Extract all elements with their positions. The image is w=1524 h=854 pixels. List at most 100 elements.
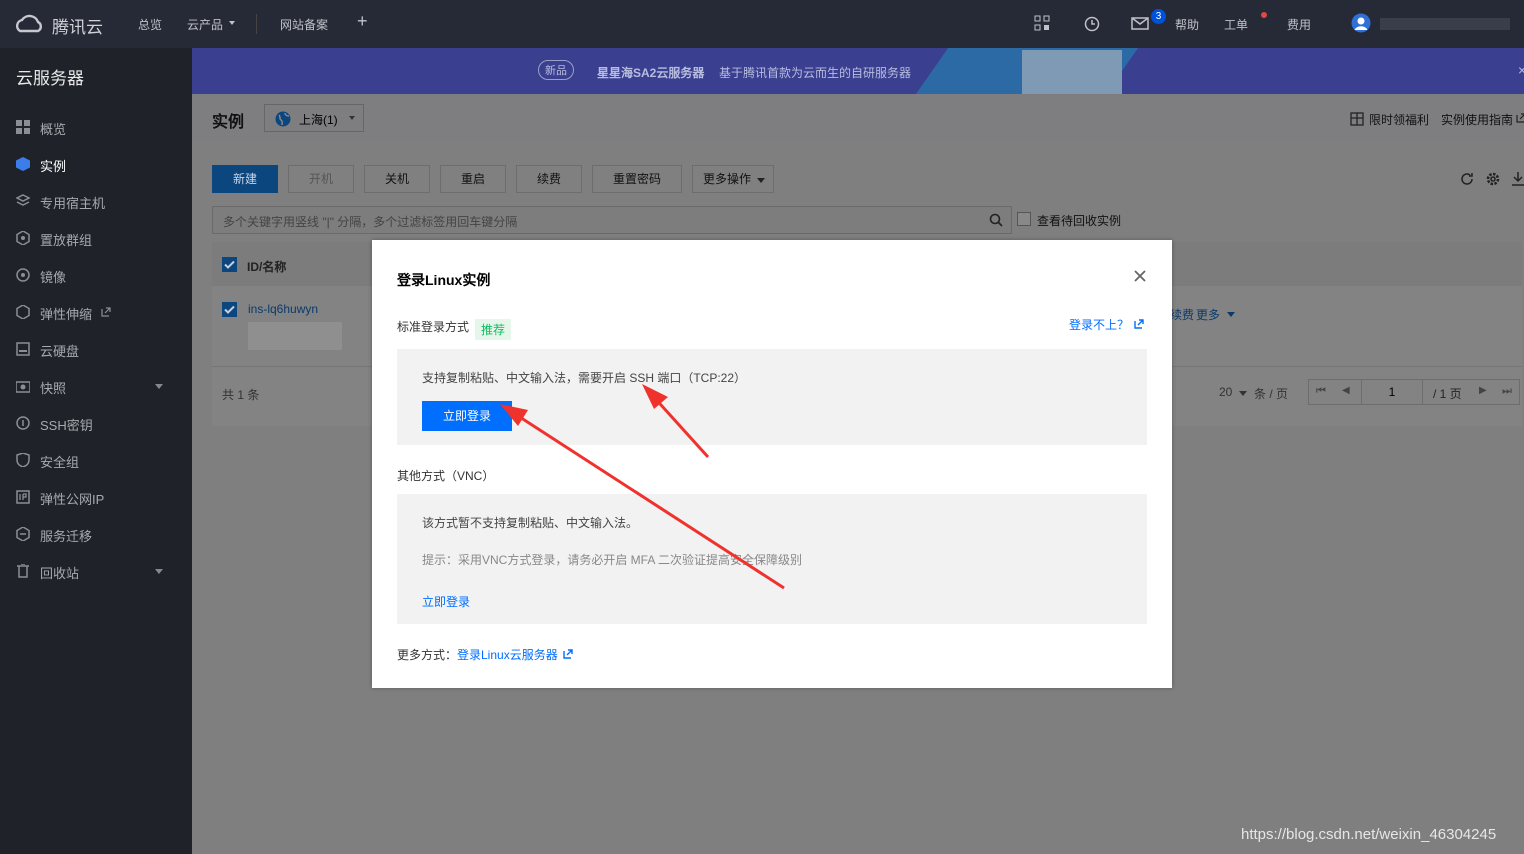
renew-button[interactable]: 续费: [516, 165, 582, 193]
nav-billing[interactable]: 费用: [1287, 16, 1311, 33]
new-product-badge: 新品: [538, 60, 574, 80]
more-methods-label: 更多方式：: [397, 648, 458, 662]
ip-icon: [16, 490, 30, 504]
external-link-icon[interactable]: [1134, 319, 1144, 329]
first-page-icon[interactable]: ⏮: [1316, 385, 1326, 398]
instance-name-blurred: [248, 322, 342, 350]
sidebar-item-cloud-disk[interactable]: 云硬盘: [0, 331, 192, 367]
banner-product: 星星海SA2云服务器: [597, 66, 705, 80]
banner-desc: 基于腾讯首款为云而生的自研服务器: [719, 66, 912, 80]
sidebar-item-image[interactable]: 镜像: [0, 257, 192, 293]
search-icon[interactable]: [989, 213, 1003, 227]
account-name-blurred[interactable]: [1380, 18, 1510, 30]
mail-icon[interactable]: [1131, 17, 1149, 30]
sidebar-item-label: 弹性公网IP: [40, 492, 105, 507]
sidebar-item-instances[interactable]: 实例: [0, 146, 192, 182]
more-methods-link[interactable]: 登录Linux云服务器: [457, 646, 558, 663]
sidebar-item-snapshot[interactable]: 快照: [0, 368, 192, 404]
total-count: 共 1 条: [222, 388, 260, 402]
migrate-icon: [16, 527, 30, 541]
close-icon[interactable]: ×: [1518, 62, 1524, 78]
globe-icon: [275, 111, 291, 127]
vnc-login-link[interactable]: 立即登录: [422, 593, 470, 610]
nav-divider: [256, 14, 257, 34]
sidebar-item-security-group[interactable]: 安全组: [0, 442, 192, 478]
disc-icon: [16, 268, 30, 282]
nav-icp[interactable]: 网站备案: [280, 16, 328, 33]
sidebar-item-label: 专用宿主机: [40, 196, 106, 211]
nav-overview[interactable]: 总览: [138, 16, 162, 33]
gear-icon[interactable]: [1486, 172, 1500, 186]
refresh-icon[interactable]: [1460, 172, 1474, 186]
camera-icon: [16, 381, 30, 393]
cube-icon: [16, 157, 30, 171]
sidebar-item-label: 置放群组: [40, 233, 93, 248]
recycle-checkbox[interactable]: [1017, 212, 1031, 226]
plus-icon[interactable]: +: [357, 11, 368, 32]
search-input[interactable]: 多个关键字用竖线 "|" 分隔，多个过滤标签用回车键分隔: [212, 206, 1012, 234]
pagination: ⏮ ◀ 1 / 1 页 ▶ ⏭: [1308, 379, 1520, 405]
nav-ticket[interactable]: 工单: [1224, 16, 1248, 33]
region-label: 上海(1): [299, 113, 338, 127]
sidebar-item-recycle-bin[interactable]: 回收站: [0, 553, 192, 589]
qrcode-icon[interactable]: [1034, 15, 1050, 31]
close-icon[interactable]: [1132, 268, 1148, 284]
server-illustration: [1022, 50, 1122, 94]
trash-icon: [17, 564, 29, 578]
sidebar: 云服务器 概览 实例 专用宿主机 置放群组 镜像 弹性伸缩 云硬盘 快照 SSH…: [0, 48, 192, 854]
usage-guide-link[interactable]: 实例使用指南: [1441, 111, 1513, 128]
more-actions-label: 更多操作: [703, 172, 752, 186]
download-icon[interactable]: [1512, 172, 1524, 186]
vnc-tip: 提示：采用VNC方式登录，请务必开启 MFA 二次验证提高安全保障级别: [422, 553, 803, 567]
nav-help[interactable]: 帮助: [1175, 16, 1199, 33]
sidebar-item-label: 回收站: [40, 566, 80, 581]
sidebar-item-ssh-key[interactable]: SSH密钥: [0, 405, 192, 441]
mail-count-badge: 3: [1151, 9, 1166, 24]
vnc-desc: 该方式暂不支持复制粘贴、中文输入法。: [422, 516, 639, 530]
brand-name[interactable]: 腾讯云: [52, 13, 103, 38]
next-page-icon[interactable]: ▶: [1479, 385, 1487, 396]
page-size-select[interactable]: 20: [1219, 385, 1232, 399]
prev-page-icon[interactable]: ◀: [1342, 385, 1350, 396]
select-all-checkbox[interactable]: [222, 257, 237, 272]
scale-icon: [16, 305, 30, 319]
recycle-label: 查看待回收实例: [1037, 214, 1122, 228]
chevron-down-icon: [155, 569, 163, 574]
reset-password-button[interactable]: 重置密码: [592, 165, 682, 193]
instance-id-link[interactable]: ins-lq6huwyn: [248, 302, 318, 316]
chevron-down-icon: [1239, 391, 1247, 396]
page-number-input[interactable]: 1: [1361, 379, 1423, 405]
external-link-icon[interactable]: [563, 649, 573, 659]
chevron-down-icon: [349, 116, 355, 120]
sidebar-item-dedicated-host[interactable]: 专用宿主机: [0, 183, 192, 219]
sidebar-item-label: 弹性伸缩: [40, 307, 93, 322]
column-header-id: ID/名称: [247, 260, 287, 274]
more-actions-button[interactable]: 更多操作: [692, 165, 774, 193]
sidebar-item-label: 服务迁移: [40, 529, 93, 544]
nav-products[interactable]: 云产品: [187, 16, 223, 33]
sidebar-item-migration[interactable]: 服务迁移: [0, 516, 192, 552]
vnc-login-box: 该方式暂不支持复制粘贴、中文输入法。 提示：采用VNC方式登录，请务必开启 MF…: [397, 494, 1147, 624]
tencent-cloud-logo-icon[interactable]: [12, 13, 46, 35]
row-renew-link[interactable]: 续费: [1170, 306, 1194, 323]
sidebar-item-placement-group[interactable]: 置放群组: [0, 220, 192, 256]
restart-button[interactable]: 重启: [440, 165, 506, 193]
avatar-icon[interactable]: [1351, 13, 1371, 33]
shutdown-button[interactable]: 关机: [364, 165, 430, 193]
row-checkbox[interactable]: [222, 302, 237, 317]
sidebar-item-auto-scaling[interactable]: 弹性伸缩: [0, 294, 192, 330]
sidebar-item-eip[interactable]: 弹性公网IP: [0, 479, 192, 515]
standard-login-button[interactable]: 立即登录: [422, 401, 512, 431]
sidebar-item-label: SSH密钥: [40, 418, 93, 433]
start-button[interactable]: 开机: [288, 165, 354, 193]
promo-banner[interactable]: 新品 星星海SA2云服务器 基于腾讯首款为云而生的自研服务器 ×: [192, 48, 1524, 94]
row-more-link[interactable]: 更多: [1196, 306, 1220, 323]
last-page-icon[interactable]: ⏭: [1502, 385, 1512, 398]
chevron-down-icon: [229, 21, 235, 25]
sidebar-item-overview[interactable]: 概览: [0, 109, 192, 145]
create-button[interactable]: 新建: [212, 165, 278, 193]
cant-login-link[interactable]: 登录不上？: [1069, 316, 1129, 333]
region-selector[interactable]: 上海(1): [264, 104, 364, 132]
clock-icon[interactable]: [1084, 16, 1100, 32]
benefits-link[interactable]: 限时领福利: [1369, 111, 1429, 128]
